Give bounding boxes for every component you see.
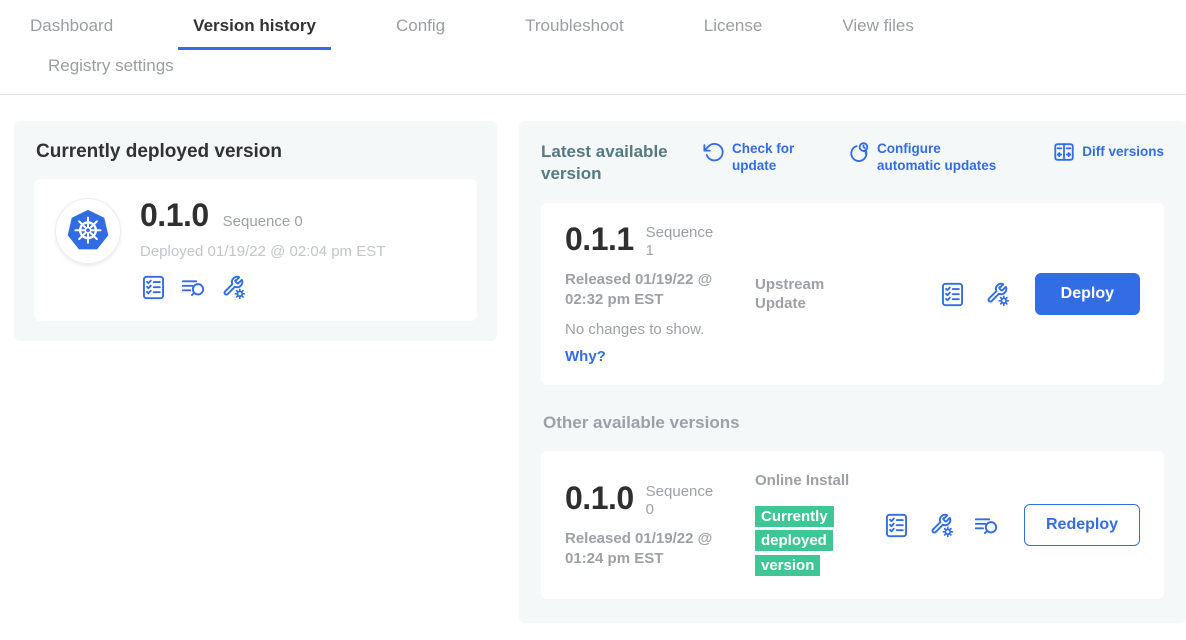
refresh-icon xyxy=(703,141,725,163)
why-link[interactable]: Why? xyxy=(565,348,755,365)
released-timestamp: Released 01/19/22 @ 02:32 pm EST xyxy=(565,270,743,309)
deploy-button[interactable]: Deploy xyxy=(1035,273,1140,315)
configure-automatic-updates-label: Configure automatic updates xyxy=(877,141,1001,175)
latest-version-source: Upstream Update xyxy=(755,275,883,314)
latest-version-actions: Deploy xyxy=(939,273,1140,315)
edit-config-icon[interactable] xyxy=(928,512,955,539)
no-changes-text: No changes to show. xyxy=(565,321,755,338)
other-version-source: Online Install Currently deployed versio… xyxy=(755,471,883,579)
preflight-checks-icon[interactable] xyxy=(939,281,966,308)
source-label: Upstream Update xyxy=(755,275,850,314)
released-timestamp: Released 01/19/22 @ 01:24 pm EST xyxy=(565,529,743,568)
other-version-actions: Redeploy xyxy=(883,504,1140,546)
view-diff-icon[interactable] xyxy=(973,512,1000,539)
tab-config[interactable]: Config xyxy=(381,4,460,50)
kubernetes-logo xyxy=(56,199,120,263)
deployed-version-card: 0.1.0 Sequence 0 Deployed 01/19/22 @ 02:… xyxy=(34,179,477,321)
top-navigation: Dashboard Version history Config Trouble… xyxy=(0,0,1186,95)
currently-deployed-badge-wrap: Currently deployed version xyxy=(755,505,839,579)
view-diff-icon[interactable] xyxy=(180,274,207,301)
version-label: 0.1.0 xyxy=(565,482,634,514)
version-label: 0.1.1 xyxy=(565,223,634,255)
sequence-label: Sequence 1 xyxy=(646,224,718,260)
tab-version-history[interactable]: Version history xyxy=(178,4,331,50)
latest-version-card: 0.1.1 Sequence 1 Released 01/19/22 @ 02:… xyxy=(541,203,1164,385)
sequence-label: Sequence 0 xyxy=(223,213,303,230)
other-version-details: 0.1.0 Sequence 0 Released 01/19/22 @ 01:… xyxy=(565,482,755,568)
tab-view-files[interactable]: View files xyxy=(827,4,929,50)
tab-license[interactable]: License xyxy=(689,4,778,50)
currently-deployed-panel: Currently deployed version 0. xyxy=(14,121,497,341)
source-label: Online Install xyxy=(755,471,850,491)
edit-config-icon[interactable] xyxy=(220,274,247,301)
check-for-update-link[interactable]: Check for update xyxy=(703,141,812,175)
currently-deployed-badge: Currently deployed version xyxy=(755,506,834,577)
currently-deployed-title: Currently deployed version xyxy=(34,141,477,163)
tab-dashboard[interactable]: Dashboard xyxy=(15,4,128,50)
preflight-checks-icon[interactable] xyxy=(883,512,910,539)
deployed-version-details: 0.1.0 Sequence 0 Deployed 01/19/22 @ 02:… xyxy=(140,199,385,301)
tab-troubleshoot[interactable]: Troubleshoot xyxy=(510,4,639,50)
nav-row-1: Dashboard Version history Config Trouble… xyxy=(0,4,1186,50)
nav-row-2: Registry settings xyxy=(0,50,1186,94)
latest-version-details: 0.1.1 Sequence 1 Released 01/19/22 @ 02:… xyxy=(565,223,755,365)
preflight-checks-icon[interactable] xyxy=(140,274,167,301)
latest-available-header: Latest available version Check for updat… xyxy=(541,141,1164,185)
redeploy-button[interactable]: Redeploy xyxy=(1024,504,1140,546)
edit-config-icon[interactable] xyxy=(984,281,1011,308)
diff-versions-label: Diff versions xyxy=(1082,144,1164,161)
tab-registry-settings[interactable]: Registry settings xyxy=(33,50,189,94)
latest-available-title: Latest available version xyxy=(541,141,691,185)
schedule-icon xyxy=(848,141,870,163)
other-version-card: 0.1.0 Sequence 0 Released 01/19/22 @ 01:… xyxy=(541,451,1164,599)
main-content: Currently deployed version 0. xyxy=(0,95,1186,623)
sequence-label: Sequence 0 xyxy=(646,483,718,519)
deployed-timestamp: Deployed 01/19/22 @ 02:04 pm EST xyxy=(140,243,385,260)
latest-available-panel: Latest available version Check for updat… xyxy=(519,121,1186,623)
configure-automatic-updates-link[interactable]: Configure automatic updates xyxy=(848,141,1001,175)
diff-icon xyxy=(1053,141,1075,163)
check-for-update-label: Check for update xyxy=(732,141,812,175)
other-available-versions-heading: Other available versions xyxy=(543,413,1164,433)
diff-versions-link[interactable]: Diff versions xyxy=(1053,141,1164,163)
version-label: 0.1.0 xyxy=(140,199,209,231)
